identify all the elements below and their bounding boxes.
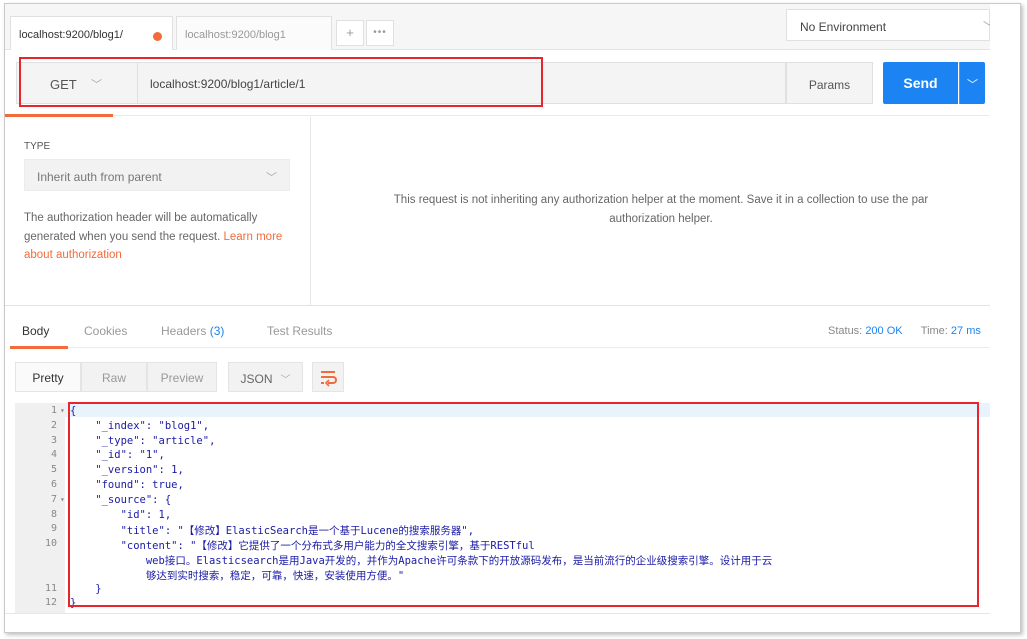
line-number: 4 [50, 449, 57, 461]
auth-description: The authorization header will be automat… [24, 209, 290, 265]
tab-cookies[interactable]: Cookies [84, 324, 127, 338]
tab-headers[interactable]: Headers (3) [161, 324, 224, 338]
divider [5, 613, 990, 614]
tab-headers-label: Headers [161, 324, 207, 338]
auth-message-line2: authorization helper. [609, 213, 713, 225]
send-button[interactable]: Send [883, 62, 958, 104]
postman-app: localhost:9200/blog1/ localhost:9200/blo… [5, 4, 990, 632]
more-tabs-button[interactable]: ••• [366, 20, 394, 46]
chevron-down-icon: ﹀ [266, 172, 277, 184]
divider [113, 115, 990, 116]
tab-test-results[interactable]: Test Results [267, 324, 332, 338]
wrap-icon [321, 371, 337, 387]
auth-type-label: TYPE [24, 141, 51, 152]
fold-toggle-icon[interactable]: ▾ [60, 406, 65, 415]
line-number: 10 [44, 538, 57, 550]
environment-select[interactable]: No Environment ﹀ [786, 9, 990, 41]
view-pretty-button[interactable]: Pretty [15, 362, 81, 392]
fold-toggle-icon[interactable]: ▾ [60, 495, 65, 504]
line-number: 1 [50, 405, 57, 416]
format-select[interactable]: JSON ﹀ [228, 362, 303, 392]
chevron-down-icon: ﹀ [967, 79, 978, 91]
status-label: Status: [828, 325, 863, 337]
line-number: 7 [50, 493, 57, 505]
line-number: 9 [50, 523, 57, 535]
line-number: 11 [44, 582, 57, 594]
send-label: Send [903, 75, 938, 91]
line-number: 6 [50, 479, 57, 490]
line-number: 8 [50, 508, 57, 520]
status-value[interactable]: 200 OK [865, 325, 902, 337]
params-label: Params [808, 78, 851, 92]
new-tab-button[interactable]: + [336, 20, 364, 46]
params-button[interactable]: Params [786, 62, 873, 104]
highlight-box-request [19, 57, 543, 107]
view-raw-button[interactable]: Raw [81, 362, 147, 392]
plus-icon: + [346, 25, 354, 40]
line-number: 12 [44, 597, 57, 609]
wrap-lines-button[interactable] [312, 362, 344, 392]
environment-label: No Environment [800, 20, 887, 34]
ellipsis-icon: ••• [373, 27, 387, 38]
active-tab-indicator [10, 346, 68, 349]
auth-message-line1: This request is not inheriting any autho… [393, 194, 929, 206]
chevron-down-icon: ﹀ [280, 375, 291, 386]
auth-type-value: Inherit auth from parent [37, 170, 162, 184]
time-label: Time: [920, 325, 948, 337]
format-label: JSON [240, 372, 273, 386]
headers-count: (3) [209, 324, 225, 338]
line-number: 2 [50, 419, 57, 431]
send-options-button[interactable]: ﹀ [959, 62, 985, 104]
right-edge [990, 4, 1020, 632]
unsaved-dot-icon [153, 32, 162, 41]
divider [5, 305, 990, 306]
chevron-down-icon: ﹀ [983, 18, 990, 35]
highlight-box-response [68, 402, 979, 607]
line-number: 3 [50, 434, 57, 446]
divider [68, 347, 990, 348]
tab-request-inactive[interactable]: localhost:9200/blog1 [176, 16, 332, 50]
tab-request-active[interactable]: localhost:9200/blog1/ [10, 16, 173, 50]
tab-body[interactable]: Body [22, 324, 49, 338]
line-number: 5 [50, 464, 57, 476]
auth-message: This request is not inheriting any autho… [311, 191, 990, 229]
tab-label: localhost:9200/blog1 [185, 29, 286, 41]
auth-type-select[interactable]: Inherit auth from parent ﹀ [24, 159, 290, 191]
screenshot-frame: localhost:9200/blog1/ localhost:9200/blo… [4, 3, 1021, 633]
tab-bar: localhost:9200/blog1/ localhost:9200/blo… [5, 4, 990, 50]
time-value[interactable]: 27 ms [951, 325, 981, 337]
tab-label: localhost:9200/blog1/ [19, 29, 123, 41]
view-preview-button[interactable]: Preview [147, 362, 217, 392]
response-status: Status: 200 OK Time: 27 ms [828, 325, 981, 337]
